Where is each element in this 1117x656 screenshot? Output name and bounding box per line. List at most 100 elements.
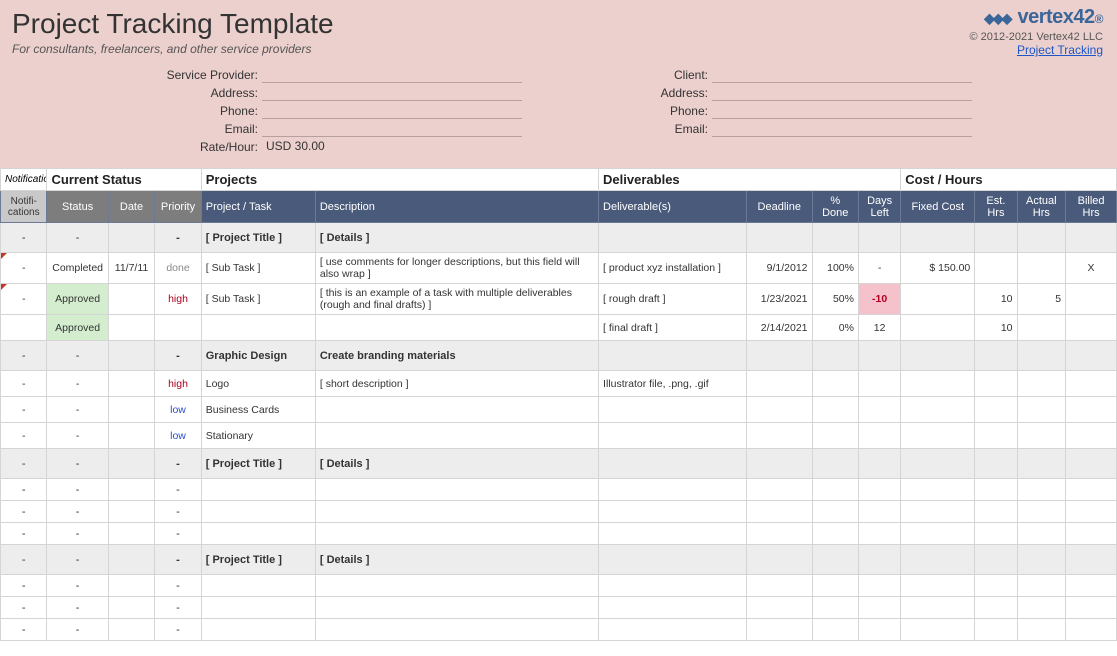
col-billed-hrs[interactable]: Billed Hrs bbox=[1066, 191, 1117, 223]
cell-description[interactable]: [ this is an example of a task with mult… bbox=[315, 284, 598, 315]
cell-priority[interactable]: - bbox=[155, 575, 202, 597]
cell-task[interactable] bbox=[201, 575, 315, 597]
cell-actual-hrs[interactable] bbox=[1017, 253, 1066, 284]
cell-fixed-cost[interactable] bbox=[901, 397, 975, 423]
cell-status[interactable]: - bbox=[47, 341, 108, 371]
cell-fixed-cost[interactable] bbox=[901, 501, 975, 523]
cell-fixed-cost[interactable] bbox=[901, 575, 975, 597]
cell-status[interactable]: - bbox=[47, 423, 108, 449]
cell-task[interactable]: [ Sub Task ] bbox=[201, 253, 315, 284]
col-deadline[interactable]: Deadline bbox=[746, 191, 812, 223]
col-deliverables[interactable]: Deliverable(s) bbox=[599, 191, 747, 223]
cell-task[interactable]: [ Project Title ] bbox=[201, 545, 315, 575]
cell-priority[interactable]: high bbox=[155, 284, 202, 315]
cell-deadline[interactable]: 2/14/2021 bbox=[746, 315, 812, 341]
cell-billed-hrs[interactable] bbox=[1066, 545, 1117, 575]
cell-deadline[interactable] bbox=[746, 423, 812, 449]
cell-deliverable[interactable]: [ rough draft ] bbox=[599, 284, 747, 315]
cell-notification[interactable]: - bbox=[1, 253, 47, 284]
cell-est-hrs[interactable]: 10 bbox=[975, 284, 1017, 315]
cell-est-hrs[interactable] bbox=[975, 597, 1017, 619]
cell-pct-done[interactable] bbox=[812, 597, 858, 619]
cell-task[interactable] bbox=[201, 523, 315, 545]
cell-billed-hrs[interactable] bbox=[1066, 397, 1117, 423]
cell-date[interactable] bbox=[108, 423, 154, 449]
project-tracking-link[interactable]: Project Tracking bbox=[1017, 43, 1103, 57]
cell-notification[interactable]: - bbox=[1, 597, 47, 619]
cell-priority[interactable]: - bbox=[155, 341, 202, 371]
cell-billed-hrs[interactable] bbox=[1066, 575, 1117, 597]
cell-actual-hrs[interactable] bbox=[1017, 479, 1066, 501]
cell-fixed-cost[interactable]: $ 150.00 bbox=[901, 253, 975, 284]
cell-status[interactable]: - bbox=[47, 449, 108, 479]
cell-fixed-cost[interactable] bbox=[901, 479, 975, 501]
cell-status[interactable]: - bbox=[47, 545, 108, 575]
cell-actual-hrs[interactable] bbox=[1017, 341, 1066, 371]
col-description[interactable]: Description bbox=[315, 191, 598, 223]
cell-fixed-cost[interactable] bbox=[901, 619, 975, 641]
cell-description[interactable] bbox=[315, 315, 598, 341]
cell-billed-hrs[interactable] bbox=[1066, 619, 1117, 641]
info-value[interactable]: USD 30.00 bbox=[262, 139, 522, 155]
cell-task[interactable] bbox=[201, 479, 315, 501]
cell-billed-hrs[interactable] bbox=[1066, 423, 1117, 449]
col-fixed-cost[interactable]: Fixed Cost bbox=[901, 191, 975, 223]
cell-actual-hrs[interactable] bbox=[1017, 315, 1066, 341]
cell-notification[interactable]: - bbox=[1, 341, 47, 371]
cell-billed-hrs[interactable] bbox=[1066, 341, 1117, 371]
cell-billed-hrs[interactable] bbox=[1066, 449, 1117, 479]
info-value[interactable] bbox=[712, 67, 972, 83]
cell-deliverable[interactable] bbox=[599, 341, 747, 371]
cell-billed-hrs[interactable] bbox=[1066, 315, 1117, 341]
cell-deliverable[interactable] bbox=[599, 223, 747, 253]
cell-priority[interactable]: - bbox=[155, 449, 202, 479]
cell-days-left[interactable]: 12 bbox=[858, 315, 900, 341]
cell-deadline[interactable] bbox=[746, 575, 812, 597]
cell-deliverable[interactable] bbox=[599, 619, 747, 641]
cell-pct-done[interactable] bbox=[812, 397, 858, 423]
cell-billed-hrs[interactable] bbox=[1066, 371, 1117, 397]
cell-date[interactable] bbox=[108, 341, 154, 371]
cell-deliverable[interactable] bbox=[599, 523, 747, 545]
cell-fixed-cost[interactable] bbox=[901, 545, 975, 575]
cell-status[interactable]: - bbox=[47, 479, 108, 501]
cell-description[interactable] bbox=[315, 479, 598, 501]
cell-date[interactable] bbox=[108, 619, 154, 641]
cell-date[interactable] bbox=[108, 223, 154, 253]
cell-status[interactable]: - bbox=[47, 501, 108, 523]
cell-description[interactable] bbox=[315, 523, 598, 545]
cell-pct-done[interactable] bbox=[812, 371, 858, 397]
info-value[interactable] bbox=[712, 85, 972, 101]
cell-days-left[interactable] bbox=[858, 501, 900, 523]
cell-days-left[interactable] bbox=[858, 371, 900, 397]
cell-actual-hrs[interactable] bbox=[1017, 397, 1066, 423]
cell-notification[interactable]: - bbox=[1, 479, 47, 501]
cell-days-left[interactable] bbox=[858, 575, 900, 597]
cell-task[interactable]: [ Project Title ] bbox=[201, 449, 315, 479]
cell-deliverable[interactable] bbox=[599, 423, 747, 449]
cell-deadline[interactable] bbox=[746, 449, 812, 479]
col-pct-done[interactable]: % Done bbox=[812, 191, 858, 223]
cell-priority[interactable]: - bbox=[155, 501, 202, 523]
cell-days-left[interactable]: - bbox=[858, 253, 900, 284]
cell-pct-done[interactable] bbox=[812, 501, 858, 523]
cell-billed-hrs[interactable] bbox=[1066, 223, 1117, 253]
cell-fixed-cost[interactable] bbox=[901, 223, 975, 253]
cell-task[interactable] bbox=[201, 501, 315, 523]
cell-task[interactable] bbox=[201, 619, 315, 641]
cell-priority[interactable]: - bbox=[155, 523, 202, 545]
cell-billed-hrs[interactable] bbox=[1066, 284, 1117, 315]
cell-date[interactable] bbox=[108, 597, 154, 619]
cell-pct-done[interactable] bbox=[812, 545, 858, 575]
cell-deadline[interactable] bbox=[746, 545, 812, 575]
info-value[interactable] bbox=[262, 103, 522, 119]
cell-actual-hrs[interactable] bbox=[1017, 597, 1066, 619]
cell-days-left[interactable] bbox=[858, 397, 900, 423]
cell-est-hrs[interactable] bbox=[975, 253, 1017, 284]
cell-pct-done[interactable] bbox=[812, 479, 858, 501]
cell-fixed-cost[interactable] bbox=[901, 597, 975, 619]
cell-status[interactable]: Approved bbox=[47, 315, 108, 341]
cell-days-left[interactable] bbox=[858, 523, 900, 545]
cell-notification[interactable]: - bbox=[1, 501, 47, 523]
cell-priority[interactable]: done bbox=[155, 253, 202, 284]
